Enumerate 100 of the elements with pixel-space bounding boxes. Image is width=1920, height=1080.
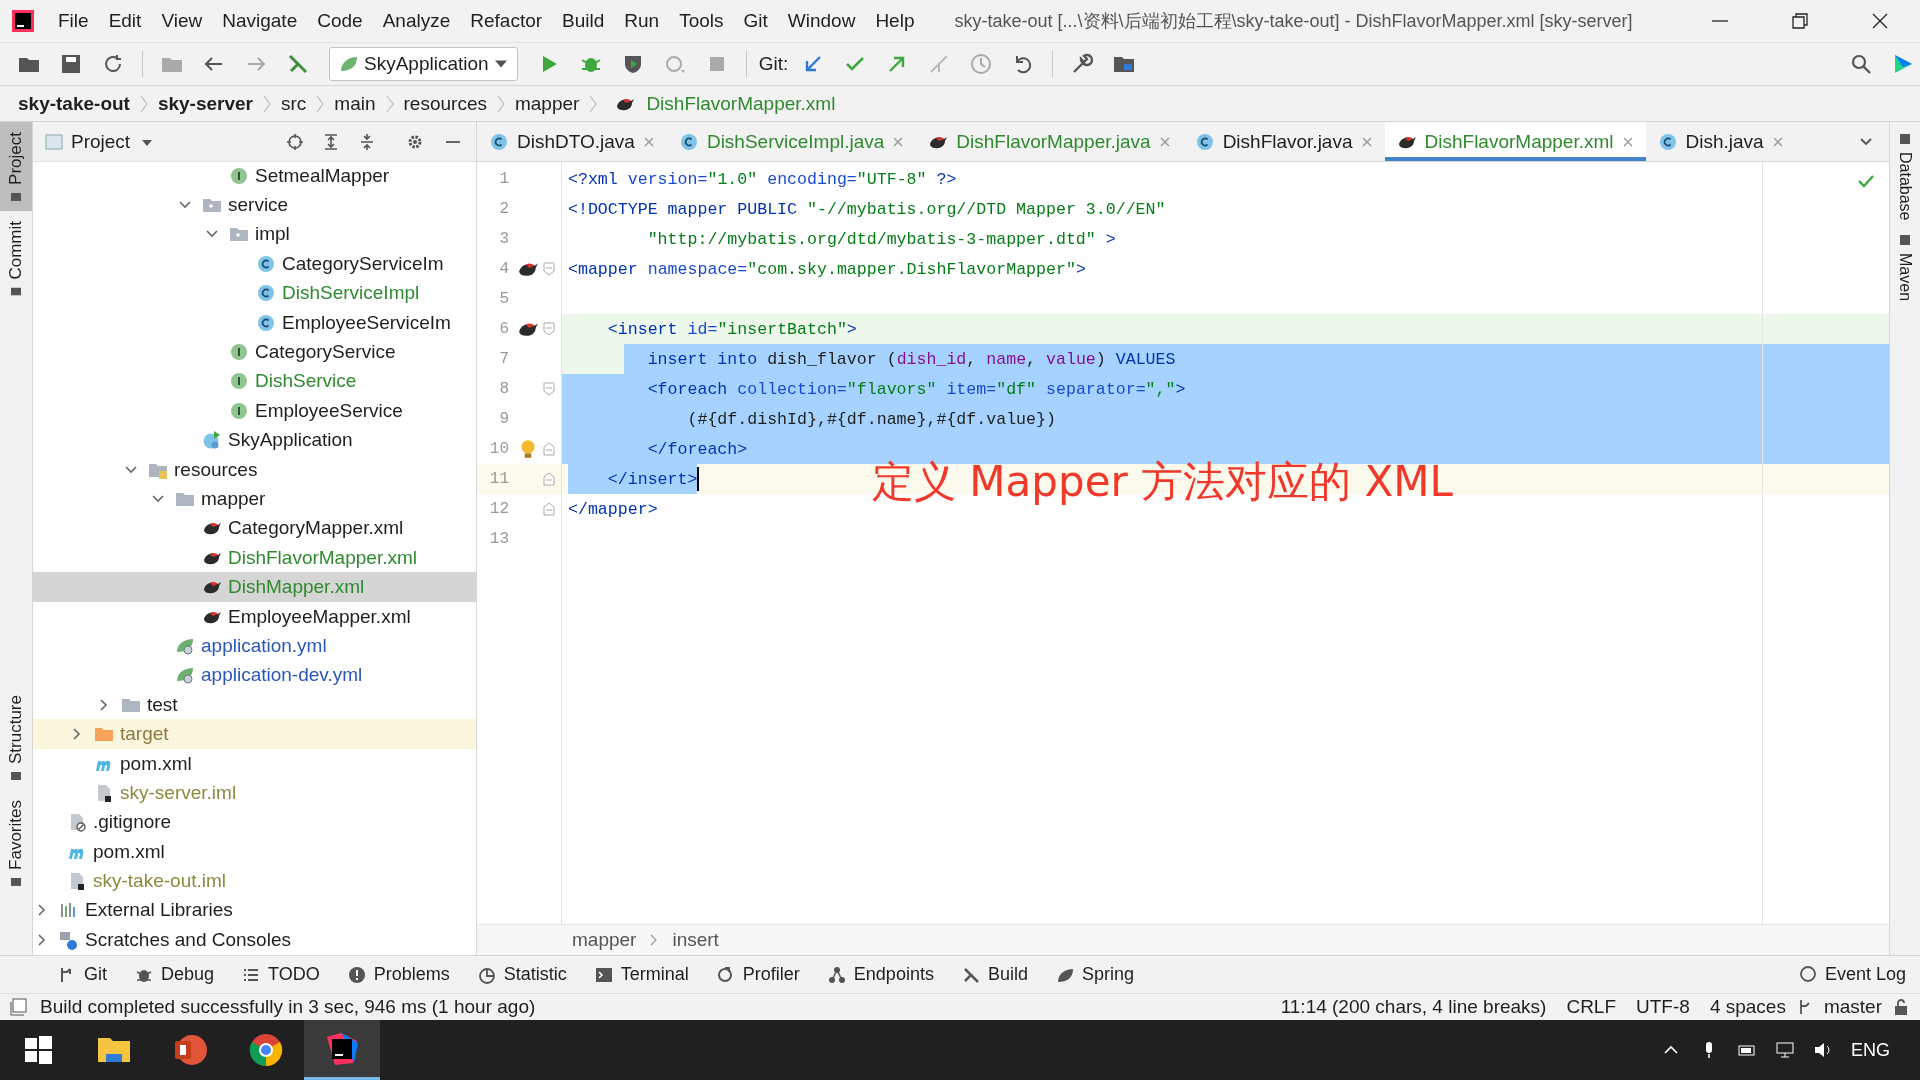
tool-window-tab[interactable]: Maven xyxy=(1896,234,1914,301)
caret-position[interactable]: 11:14 (200 chars, 4 line breaks) xyxy=(1280,996,1547,1018)
tree-item[interactable]: resources xyxy=(33,454,476,485)
tree-item[interactable]: SkyApplication xyxy=(33,425,476,455)
menu-item[interactable]: Tools xyxy=(669,10,734,32)
pie-icon xyxy=(477,965,496,984)
editor-tab[interactable]: DishFlavorMapper.xml xyxy=(1384,122,1646,161)
menu-item[interactable]: Analyze xyxy=(372,10,461,32)
tree-item[interactable]: pom.xml xyxy=(33,837,476,867)
tree-item[interactable]: test xyxy=(33,690,476,720)
tool-window-button[interactable]: Endpoints xyxy=(813,964,948,985)
editor-tab[interactable]: Dish.java xyxy=(1645,122,1796,161)
tool-window-button[interactable]: Terminal xyxy=(580,964,703,985)
volume-icon[interactable] xyxy=(1813,1040,1833,1060)
tool-window-tab[interactable]: Database xyxy=(1896,134,1914,221)
tree-item[interactable]: DishServiceImpl xyxy=(33,278,476,308)
git-branch[interactable]: master xyxy=(1823,996,1882,1018)
menu-item[interactable]: Help xyxy=(865,10,925,32)
tool-window-button[interactable]: Problems xyxy=(333,964,464,985)
tool-window-button[interactable]: TODO xyxy=(228,964,334,985)
tool-window-tab[interactable]: Commit xyxy=(0,210,32,306)
save-icon[interactable] xyxy=(59,52,83,76)
presentation-app-icon[interactable] xyxy=(172,1032,208,1068)
breadcrumb-item[interactable]: main xyxy=(334,92,376,115)
run-configuration-dropdown[interactable]: SkyApplication xyxy=(329,47,518,81)
lock-icon[interactable] xyxy=(1892,998,1910,1016)
tree-item[interactable]: impl xyxy=(33,219,476,250)
breadcrumb-item[interactable]: mapper xyxy=(572,929,637,951)
event-log-button[interactable]: Event Log xyxy=(1784,964,1920,985)
expand-all-icon[interactable] xyxy=(322,132,340,151)
menu-item[interactable]: Git xyxy=(733,10,778,32)
tree-item[interactable]: .gitignore xyxy=(33,807,476,837)
file-encoding[interactable]: UTF-8 xyxy=(1636,996,1690,1018)
menu-item[interactable]: Edit xyxy=(98,10,152,32)
tree-item[interactable]: CategoryMapper.xml xyxy=(33,513,476,544)
editor-tab[interactable]: DishServiceImpl.java xyxy=(666,122,917,161)
line-separator[interactable]: CRLF xyxy=(1566,996,1617,1018)
tree-item[interactable]: application.yml xyxy=(33,631,476,661)
tree-item[interactable]: sky-server.iml xyxy=(33,778,476,808)
tree-item[interactable]: CategoryService xyxy=(33,337,476,367)
tool-window-button[interactable]: Profiler xyxy=(702,964,814,985)
menu-item[interactable]: Run xyxy=(614,10,670,32)
breadcrumb-item[interactable]: insert xyxy=(672,929,719,951)
collapse-all-icon[interactable] xyxy=(358,132,376,151)
breadcrumb-item[interactable]: src xyxy=(281,92,307,115)
tree-item[interactable]: EmployeeMapper.xml xyxy=(33,601,476,632)
menu-item[interactable]: Window xyxy=(777,10,866,32)
browser-icon[interactable] xyxy=(248,1032,284,1068)
code-token: <mapper xyxy=(568,259,638,279)
breadcrumb-item[interactable]: sky-take-out xyxy=(18,92,130,115)
search-icon[interactable] xyxy=(1849,52,1873,76)
breadcrumb-item[interactable]: DishFlavorMapper.xml xyxy=(607,92,836,115)
tree-item[interactable]: CategoryServiceIm xyxy=(33,249,476,279)
tree-item[interactable]: Scratches and Consoles xyxy=(33,925,476,955)
breadcrumb-item[interactable]: resources xyxy=(403,92,487,115)
menu-item[interactable]: Build xyxy=(552,10,615,32)
tool-window-button[interactable]: Statistic xyxy=(463,964,581,985)
menu-item[interactable]: View xyxy=(151,10,213,32)
tool-window-button[interactable]: Build xyxy=(947,964,1042,985)
editor-tab[interactable]: DishDTO.java xyxy=(477,122,667,161)
menu-item[interactable]: Refactor xyxy=(460,10,553,32)
code-token: "UTF-8" xyxy=(856,169,927,189)
code-token: namespace= xyxy=(646,259,748,279)
line-number: 5 xyxy=(498,290,509,308)
tab-label: Database xyxy=(1896,152,1914,221)
tree-item[interactable]: DishService xyxy=(33,366,476,397)
target-icon[interactable] xyxy=(286,132,304,151)
tree-item[interactable]: application-dev.yml xyxy=(33,660,476,691)
code-token: VALUES xyxy=(1115,349,1176,369)
menu-item[interactable]: Code xyxy=(307,10,373,32)
code-token: </insert> xyxy=(606,469,698,489)
tool-window-tab[interactable]: Structure xyxy=(0,685,32,791)
tree-item[interactable]: service xyxy=(33,190,476,220)
tree-item[interactable]: EmployeeService xyxy=(33,396,476,426)
interface-icon xyxy=(229,165,249,186)
tool-window-button[interactable]: Git xyxy=(44,964,121,985)
tool-window-tab[interactable]: Favorites xyxy=(0,790,32,897)
tool-window-tab[interactable]: Project xyxy=(0,122,32,211)
tree-item[interactable]: DishFlavorMapper.xml xyxy=(33,543,476,573)
menu-item[interactable]: File xyxy=(48,10,99,32)
menu-item[interactable]: Navigate xyxy=(212,10,308,32)
tree-item[interactable]: sky-take-out.iml xyxy=(33,866,476,896)
code-token: <?xml xyxy=(568,169,619,189)
input-language[interactable]: ENG xyxy=(1851,1039,1890,1061)
tree-item[interactable]: target xyxy=(33,719,476,749)
indent-setting[interactable]: 4 spaces xyxy=(1709,996,1786,1018)
editor-tab[interactable]: DishFlavor.java xyxy=(1182,122,1385,161)
breadcrumb-item[interactable]: sky-server xyxy=(157,92,253,115)
tree-item[interactable]: mapper xyxy=(33,484,476,514)
tree-item[interactable]: SetmealMapper xyxy=(33,162,476,191)
tree-item[interactable]: pom.xml xyxy=(33,748,476,779)
tool-window-button[interactable]: Spring xyxy=(1041,964,1148,985)
breadcrumb-item[interactable]: mapper xyxy=(514,92,580,115)
network-icon[interactable] xyxy=(1775,1040,1795,1060)
editor-tab[interactable]: DishFlavorMapper.java xyxy=(916,122,1183,161)
tool-window-button[interactable]: Debug xyxy=(121,964,229,985)
ide-icon[interactable] xyxy=(324,1030,360,1067)
tree-item[interactable]: EmployeeServiceIm xyxy=(33,307,476,338)
tree-item[interactable]: External Libraries xyxy=(33,895,476,926)
panel-title[interactable]: Project xyxy=(71,130,131,153)
